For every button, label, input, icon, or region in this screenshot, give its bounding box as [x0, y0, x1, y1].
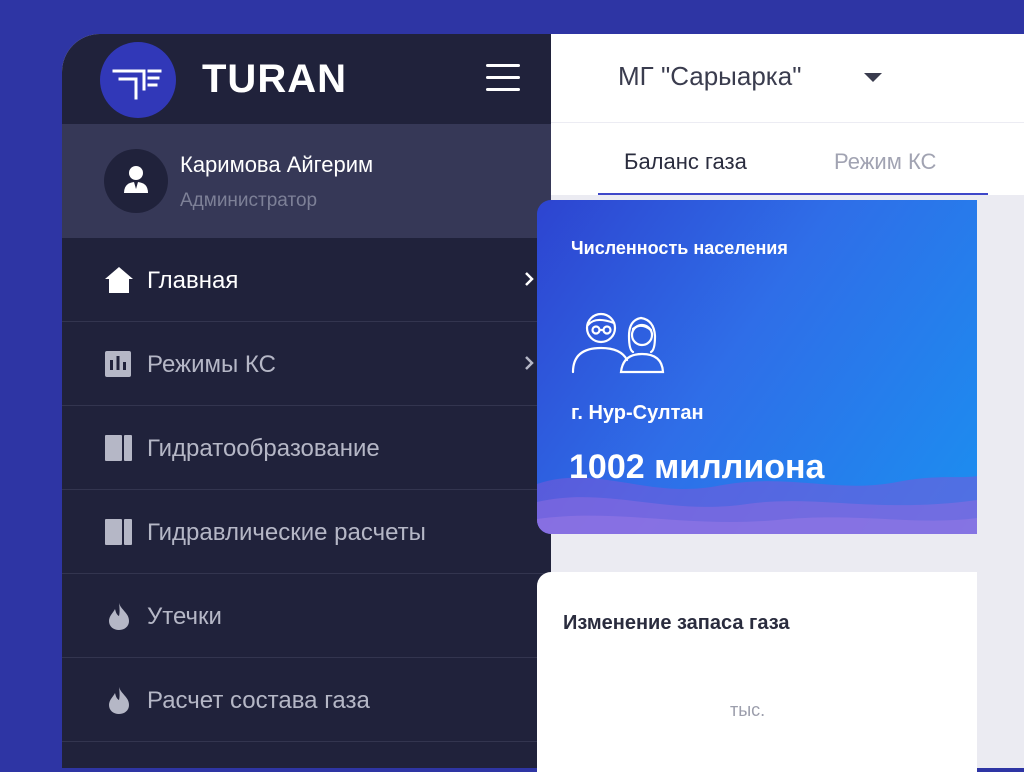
caret-down-icon: [864, 73, 882, 82]
user-name: Каримова Айгерим: [180, 152, 374, 177]
sidebar-item-hydrate-formation[interactable]: Гидратообразование: [62, 406, 551, 490]
sidebar-item-gas-composition[interactable]: Расчет состава газа: [62, 658, 551, 742]
turan-logo-icon[interactable]: [100, 42, 176, 118]
tab-ks-mode[interactable]: Режим КС: [834, 149, 936, 175]
document-icon: [105, 435, 132, 461]
flame-icon: [109, 687, 129, 714]
population-city: г. Нур-Султан: [571, 402, 704, 424]
sidebar-item-home[interactable]: Главная: [62, 238, 551, 322]
sidebar-nav: Главная Режимы КС Гидратообразование Гид…: [62, 238, 551, 742]
sidebar-item-ks-modes[interactable]: Режимы КС: [62, 322, 551, 406]
brand-name: TURAN: [202, 57, 347, 101]
gas-stock-card-title: Изменение запаса газа: [563, 612, 790, 634]
tab-bar: Баланс газа Режим КС: [551, 122, 1024, 195]
region-select[interactable]: МГ "Сарыарка": [618, 61, 908, 95]
sidebar: TURAN Каримова Айгерим Администратор Гла…: [62, 34, 551, 768]
chevron-right-icon: [525, 272, 534, 286]
gas-stock-card: Изменение запаса газа тыс.: [537, 572, 977, 772]
gas-stock-unit: тыс.: [730, 700, 766, 720]
sidebar-item-leaks[interactable]: Утечки: [62, 574, 551, 658]
home-icon: [105, 267, 133, 293]
user-profile[interactable]: Каримова Айгерим Администратор: [62, 124, 551, 238]
flame-icon: [109, 603, 129, 630]
hamburger-menu-icon[interactable]: [486, 62, 520, 94]
tab-gas-balance[interactable]: Баланс газа: [624, 149, 747, 175]
document-icon: [105, 519, 132, 545]
brand-header: TURAN: [62, 34, 551, 124]
sidebar-item-label: Гидравлические расчеты: [147, 519, 426, 546]
sidebar-item-label: Гидратообразование: [147, 435, 380, 462]
user-avatar-icon: [104, 149, 168, 213]
bar-chart-icon: [105, 351, 131, 377]
chevron-right-icon: [525, 356, 534, 370]
sidebar-item-label: Расчет состава газа: [147, 687, 370, 714]
sidebar-item-label: Главная: [147, 267, 239, 294]
user-role: Администратор: [180, 190, 318, 211]
population-value: 1002 миллиона: [569, 448, 825, 486]
population-card: Численность населения г. Нур-Султан 1002…: [537, 200, 977, 534]
sidebar-item-label: Утечки: [147, 603, 222, 630]
people-icon: [571, 312, 665, 374]
population-card-title: Численность населения: [571, 238, 788, 258]
sidebar-item-label: Режимы КС: [147, 351, 276, 378]
region-value: МГ "Сарыарка": [618, 61, 802, 91]
sidebar-item-hydraulic-calculations[interactable]: Гидравлические расчеты: [62, 490, 551, 574]
top-bar: МГ "Сарыарка": [551, 34, 1024, 122]
active-tab-indicator: [598, 193, 988, 195]
